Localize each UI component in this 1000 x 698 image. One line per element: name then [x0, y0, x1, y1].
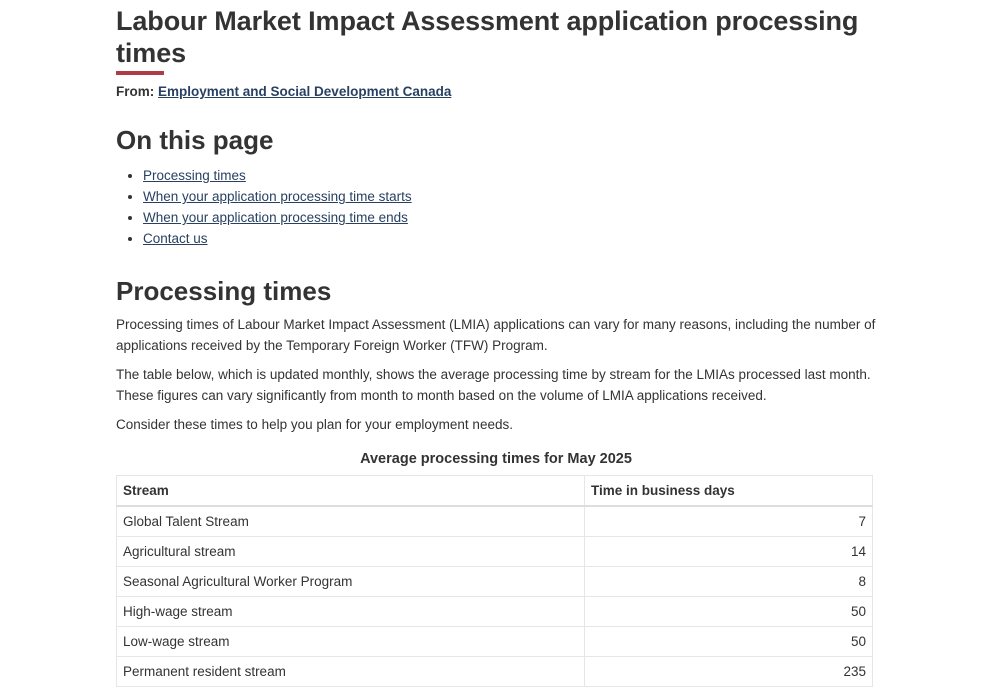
title-underline [116, 71, 164, 75]
days-cell: 50 [584, 626, 873, 657]
days-cell: 235 [584, 656, 873, 687]
table-caption: Average processing times for May 2025 [360, 451, 632, 467]
toc-item: Processing times [143, 165, 876, 186]
intro-paragraph: Processing times of Labour Market Impact… [116, 317, 876, 353]
processing-times-table: Stream Time in business days Global Tale… [116, 475, 873, 687]
stream-cell: Permanent resident stream [116, 656, 585, 687]
toc-link-time-starts[interactable]: When your application processing time st… [143, 189, 412, 204]
processing-times-heading: Processing times [116, 276, 332, 306]
toc-link-processing-times[interactable]: Processing times [143, 168, 246, 183]
page-title: Labour Market Impact Assessment applicat… [116, 6, 859, 68]
header-stream: Stream [116, 475, 585, 507]
on-this-page-list: Processing times When your application p… [116, 165, 876, 249]
toc-item: Contact us [143, 228, 876, 249]
table-row: Low-wage stream 50 [116, 626, 873, 657]
department-link[interactable]: Employment and Social Development Canada [158, 84, 451, 99]
stream-cell: Low-wage stream [116, 626, 585, 657]
days-cell: 8 [584, 566, 873, 597]
stream-cell: Seasonal Agricultural Worker Program [116, 566, 585, 597]
stream-cell: High-wage stream [116, 596, 585, 627]
days-cell: 50 [584, 596, 873, 627]
days-cell: 7 [584, 505, 873, 537]
toc-link-time-ends[interactable]: When your application processing time en… [143, 210, 408, 225]
table-row: Permanent resident stream 235 [116, 656, 873, 687]
from-label: From: [116, 84, 155, 99]
table-row: Seasonal Agricultural Worker Program 8 [116, 566, 873, 597]
toc-item: When your application processing time en… [143, 207, 876, 228]
main-content: Labour Market Impact Assessment applicat… [116, 0, 876, 687]
planning-paragraph: Consider these times to help you plan fo… [116, 417, 513, 432]
table-description-paragraph: The table below, which is updated monthl… [116, 367, 871, 403]
days-cell: 14 [584, 536, 873, 567]
stream-cell: Agricultural stream [116, 536, 585, 567]
table-row: Agricultural stream 14 [116, 536, 873, 567]
on-this-page-heading: On this page [116, 125, 274, 155]
toc-item: When your application processing time st… [143, 186, 876, 207]
table-row: High-wage stream 50 [116, 596, 873, 627]
stream-cell: Global Talent Stream [116, 505, 585, 537]
toc-link-contact-us[interactable]: Contact us [143, 231, 208, 246]
from-line: From: Employment and Social Development … [116, 84, 876, 99]
table-header-row: Stream Time in business days [116, 475, 873, 507]
table-row: Global Talent Stream 7 [116, 505, 873, 537]
header-days: Time in business days [584, 475, 873, 507]
